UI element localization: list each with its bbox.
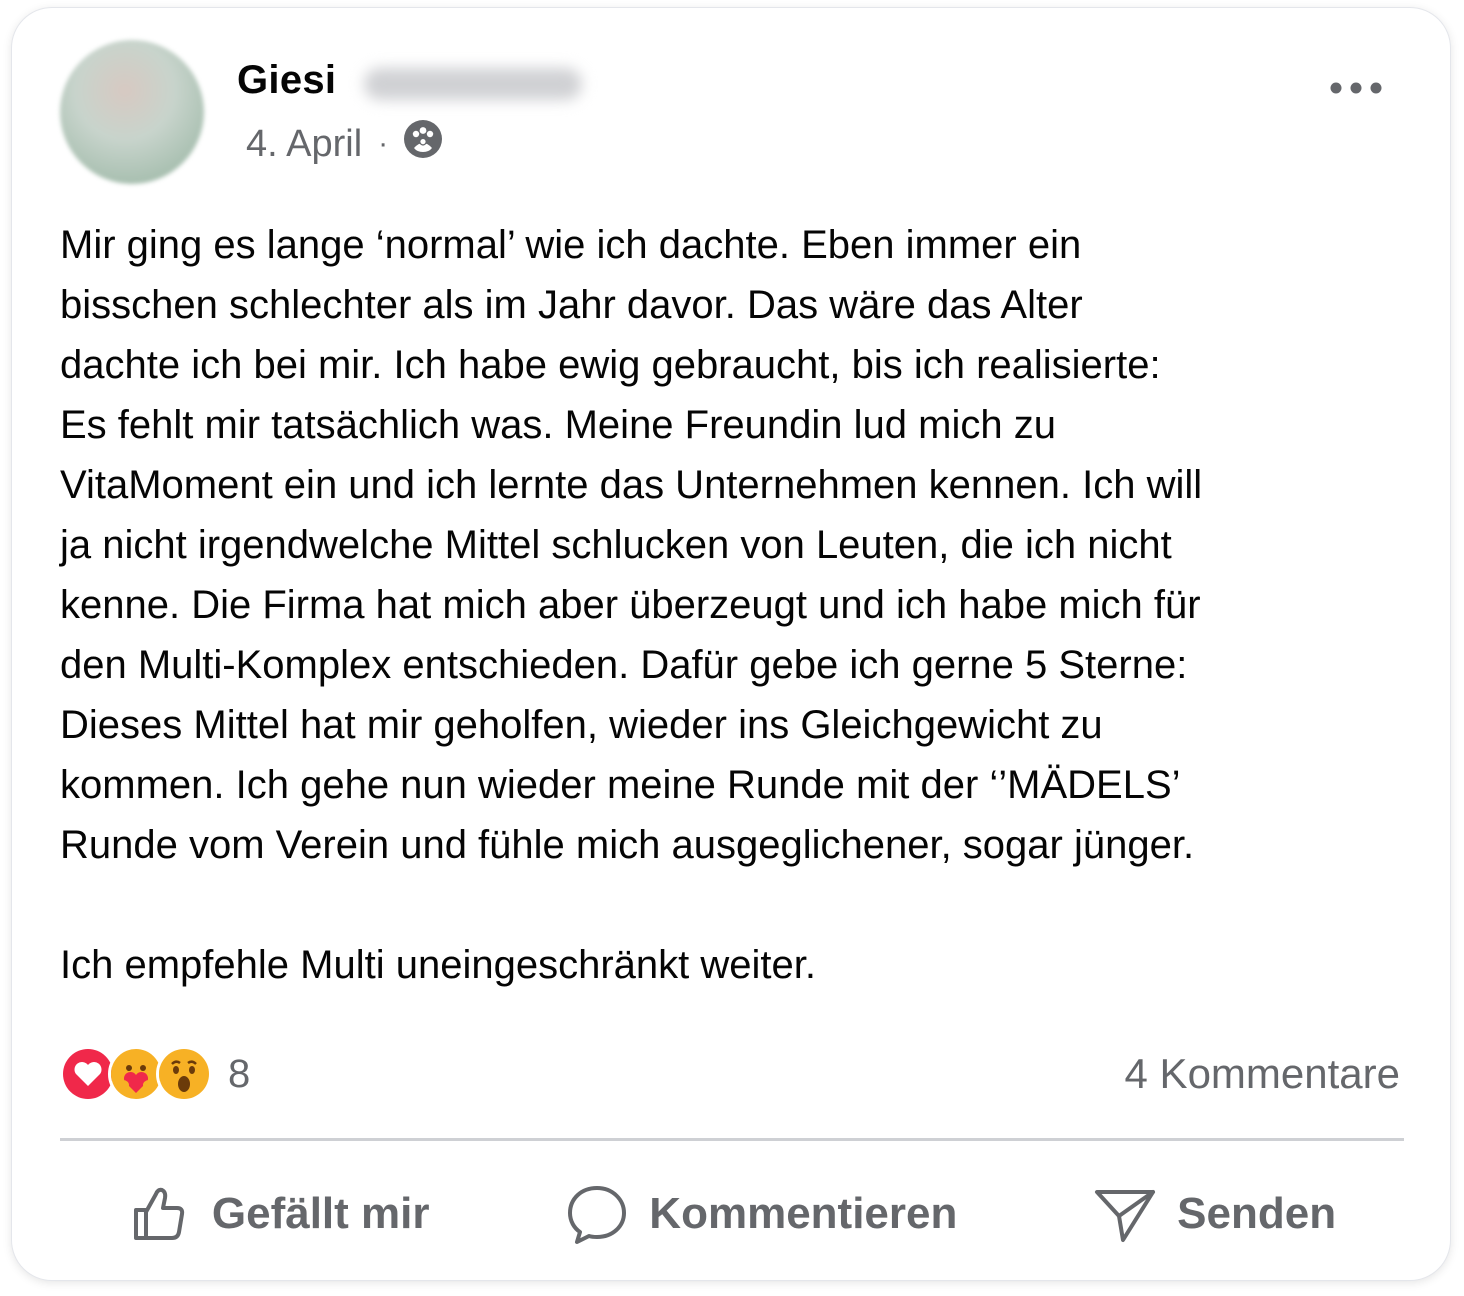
send-label: Senden <box>1177 1189 1337 1238</box>
meta-separator: · <box>378 127 389 160</box>
reaction-count: 8 <box>228 1051 251 1096</box>
post-meta: 4. April · <box>246 118 444 170</box>
post-paragraph: Ich empfehle Multi uneingeschränkt weite… <box>60 943 816 987</box>
wow-reaction-icon <box>156 1046 212 1102</box>
thumbs-up-icon <box>133 1187 185 1240</box>
author-name[interactable]: Giesi <box>237 58 336 103</box>
more-options-icon <box>1330 82 1382 94</box>
comment-label: Kommentieren <box>649 1189 958 1238</box>
post-card: Giesi 4. April · Mir ging es lange ‘norm… <box>12 8 1450 1280</box>
post-body: Mir ging es lange ‘normal’ wie ich dacht… <box>60 215 1420 995</box>
post-paragraph: Mir ging es lange ‘normal’ wie ich dacht… <box>60 223 1203 867</box>
comment-button[interactable]: Kommentieren <box>565 1182 957 1246</box>
like-button[interactable]: Gefällt mir <box>128 1182 430 1246</box>
more-options-button[interactable] <box>1316 64 1396 112</box>
post-actions-bar: Gefällt mir Kommentieren Senden <box>60 1168 1404 1260</box>
like-label: Gefällt mir <box>211 1189 430 1238</box>
divider <box>60 1138 1404 1141</box>
author-avatar[interactable] <box>60 40 204 184</box>
send-icon <box>1095 1190 1156 1242</box>
author-surname-blurred <box>364 68 582 100</box>
send-button[interactable]: Senden <box>1093 1182 1336 1246</box>
post-date[interactable]: 4. April <box>246 123 362 166</box>
comment-bubble-icon <box>568 1186 627 1244</box>
reactions-summary[interactable]: 8 <box>60 1046 250 1102</box>
comments-count-link[interactable]: 4 Kommentare <box>1125 1050 1400 1098</box>
group-audience-icon[interactable] <box>402 118 444 170</box>
